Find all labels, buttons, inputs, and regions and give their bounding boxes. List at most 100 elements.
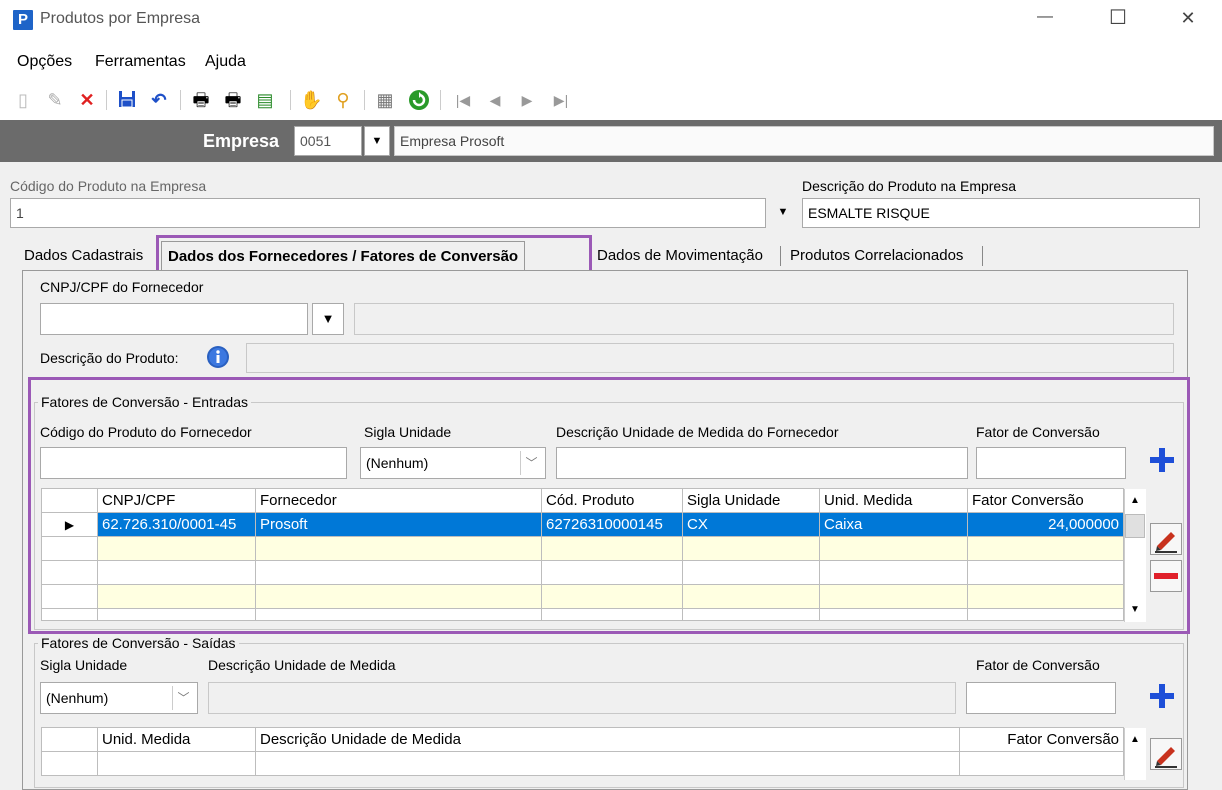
info-icon[interactable]	[206, 345, 230, 372]
entradas-grid[interactable]: CNPJ/CPF Fornecedor Cód. Produto Sigla U…	[41, 488, 1124, 621]
find-icon[interactable]: ⚲	[332, 89, 354, 111]
add-saida-button[interactable]	[1146, 680, 1178, 712]
product-code-dropdown-button[interactable]: ▼	[770, 198, 796, 228]
product-code-input[interactable]: 1	[10, 198, 766, 228]
saidas-fator-label: Fator de Conversão	[976, 657, 1100, 673]
first-icon[interactable]: |◀	[452, 89, 474, 111]
tab-dados-cadastrais[interactable]: Dados Cadastrais	[18, 241, 149, 271]
sigla-select[interactable]: (Nenhum)	[360, 447, 546, 479]
menu-ajuda[interactable]: Ajuda	[205, 53, 246, 71]
cnpj-dropdown-button[interactable]: ▼	[312, 303, 344, 335]
empresa-name-field: Empresa Prosoft	[394, 126, 1214, 156]
plus-icon	[1150, 448, 1174, 472]
app-logo-icon: P	[13, 10, 33, 30]
remove-entrada-button[interactable]	[1150, 560, 1182, 592]
desc-unidade-label: Descrição Unidade de Medida do Fornecedo…	[556, 424, 839, 440]
column-header[interactable]: Unid. Medida	[819, 488, 968, 513]
last-icon[interactable]: ▶|	[550, 89, 572, 111]
column-header[interactable]: CNPJ/CPF	[97, 488, 256, 513]
tab-produtos-correlacionados[interactable]: Produtos Correlacionados	[784, 241, 969, 271]
column-header[interactable]: Descrição Unidade de Medida	[255, 727, 960, 752]
next-icon[interactable]: ▶	[516, 89, 538, 111]
toolbar-separator	[290, 90, 291, 110]
menu-ferramentas[interactable]: Ferramentas	[95, 53, 186, 71]
cnpj-input[interactable]	[40, 303, 308, 335]
column-header[interactable]: Fornecedor	[255, 488, 542, 513]
menu-opcoes[interactable]: Opções	[17, 53, 72, 71]
highlight-active-tab	[156, 235, 592, 273]
tab-divider	[780, 246, 781, 266]
table-row[interactable]	[41, 584, 1124, 609]
toolbar-separator	[440, 90, 441, 110]
column-header[interactable]: Cód. Produto	[541, 488, 683, 513]
product-desc-input[interactable]: ESMALTE RISQUE	[802, 198, 1200, 228]
cod-fornecedor-label: Código do Produto do Fornecedor	[40, 424, 252, 440]
entradas-title: Fatores de Conversão - Entradas	[38, 394, 251, 410]
print-setup-icon[interactable]: 🖶	[222, 89, 244, 111]
table-cell[interactable]: 24,000000	[967, 512, 1124, 537]
table-cell[interactable]: Prosoft	[255, 512, 542, 537]
toolbar-separator	[180, 90, 181, 110]
scroll-up-icon[interactable]: ▲	[1125, 730, 1145, 750]
scroll-thumb[interactable]	[1125, 514, 1145, 538]
table-row[interactable]	[41, 536, 1124, 561]
table-cell[interactable]: Caixa	[819, 512, 968, 537]
table-row[interactable]	[41, 608, 1124, 621]
export-icon[interactable]: ▤	[254, 89, 276, 111]
table-row[interactable]	[41, 751, 1124, 776]
empresa-dropdown-button[interactable]: ▼	[364, 126, 390, 156]
product-desc-label: Descrição do Produto na Empresa	[802, 178, 1016, 194]
save-icon[interactable]	[116, 89, 138, 111]
row-indicator-header	[41, 488, 98, 513]
chevron-down-icon[interactable]: ﹀	[172, 686, 194, 710]
maximize-button[interactable]: ☐	[1103, 5, 1133, 29]
delete-icon[interactable]: ✕	[76, 89, 98, 111]
cnpj-label: CNPJ/CPF do Fornecedor	[40, 279, 204, 295]
table-cell[interactable]: 62.726.310/0001-45	[97, 512, 256, 537]
table-cell[interactable]: CX	[682, 512, 820, 537]
chevron-down-icon[interactable]: ﹀	[520, 451, 542, 475]
fornecedor-name-field	[354, 303, 1174, 335]
tab-dados-movimentacao[interactable]: Dados de Movimentação	[591, 241, 769, 271]
add-entrada-button[interactable]	[1146, 444, 1178, 476]
saidas-fator-input[interactable]	[966, 682, 1116, 714]
toolbar	[0, 82, 1222, 120]
scroll-up-icon[interactable]: ▲	[1125, 491, 1145, 511]
product-code-label: Código do Produto na Empresa	[10, 178, 207, 194]
edit-saida-button[interactable]	[1150, 738, 1182, 770]
toolbar-separator	[106, 90, 107, 110]
fator-input[interactable]	[976, 447, 1126, 479]
table-row[interactable]: ▶ 62.726.310/0001-45 Prosoft 62726310000…	[41, 512, 1124, 537]
grid-header-row: CNPJ/CPF Fornecedor Cód. Produto Sigla U…	[41, 488, 1124, 513]
print-icon[interactable]: 🖶	[190, 89, 212, 111]
column-header[interactable]: Fator Conversão	[967, 488, 1124, 513]
pencil-icon	[1155, 747, 1177, 768]
prev-icon[interactable]: ◀	[484, 89, 506, 111]
table-cell[interactable]: 62726310000145	[541, 512, 683, 537]
refresh-icon[interactable]	[408, 89, 430, 111]
close-button[interactable]: ✕	[1173, 8, 1203, 32]
saidas-title: Fatores de Conversão - Saídas	[38, 635, 239, 651]
table-row[interactable]	[41, 560, 1124, 585]
new-icon[interactable]: ▯	[12, 89, 34, 111]
empresa-code-input[interactable]: 0051	[294, 126, 362, 156]
current-row-indicator-icon: ▶	[41, 512, 98, 537]
fator-label: Fator de Conversão	[976, 424, 1100, 440]
undo-icon[interactable]: ↶	[148, 89, 170, 111]
saidas-desc-field	[208, 682, 956, 714]
tab-divider	[982, 246, 983, 266]
pencil-icon	[1155, 532, 1177, 553]
edit-entrada-button[interactable]	[1150, 523, 1182, 555]
column-header[interactable]: Sigla Unidade	[682, 488, 820, 513]
saidas-grid[interactable]: Unid. Medida Descrição Unidade de Medida…	[41, 727, 1124, 776]
cod-fornecedor-input[interactable]	[40, 447, 347, 479]
edit-icon[interactable]: ✎	[44, 89, 66, 111]
column-header[interactable]: Fator Conversão	[959, 727, 1124, 752]
properties-icon[interactable]: ▦	[374, 89, 396, 111]
minimize-button[interactable]: —	[1030, 8, 1060, 32]
saidas-desc-label: Descrição Unidade de Medida	[208, 657, 396, 673]
scroll-down-icon[interactable]: ▼	[1125, 600, 1145, 620]
hand-icon[interactable]: ✋	[300, 89, 322, 111]
column-header[interactable]: Unid. Medida	[97, 727, 256, 752]
desc-unidade-input[interactable]	[556, 447, 968, 479]
